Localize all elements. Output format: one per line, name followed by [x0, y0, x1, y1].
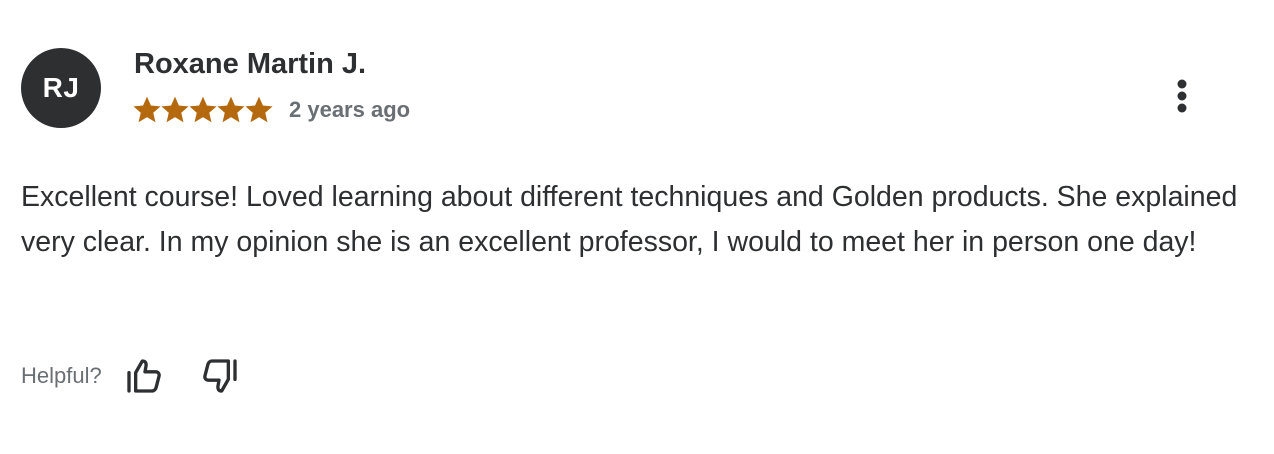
more-options-button[interactable]	[1160, 72, 1204, 120]
star-icon	[245, 96, 273, 123]
star-rating	[133, 96, 273, 124]
thumbs-up-icon	[127, 359, 161, 393]
thumbs-down-button[interactable]	[198, 354, 242, 398]
review-card: RJ Roxane Martin J. 2 years ago Excellen…	[0, 0, 1274, 454]
more-vertical-icon	[1177, 79, 1187, 113]
star-icon	[189, 96, 217, 123]
helpful-row: Helpful?	[21, 352, 242, 400]
avatar-initials: RJ	[42, 72, 80, 103]
thumbs-down-icon	[202, 359, 237, 393]
thumbs-up-button[interactable]	[122, 354, 166, 398]
star-icon	[133, 96, 161, 123]
review-text: Excellent course! Loved learning about d…	[21, 181, 1238, 258]
avatar: RJ	[21, 48, 101, 128]
reviewer-name: Roxane Martin J.	[134, 48, 367, 80]
review-date: 2 years ago	[289, 97, 411, 122]
rating-row: 2 years ago	[133, 94, 410, 126]
star-icon	[217, 96, 245, 123]
star-icon	[161, 96, 189, 123]
helpful-label: Helpful?	[21, 363, 102, 388]
